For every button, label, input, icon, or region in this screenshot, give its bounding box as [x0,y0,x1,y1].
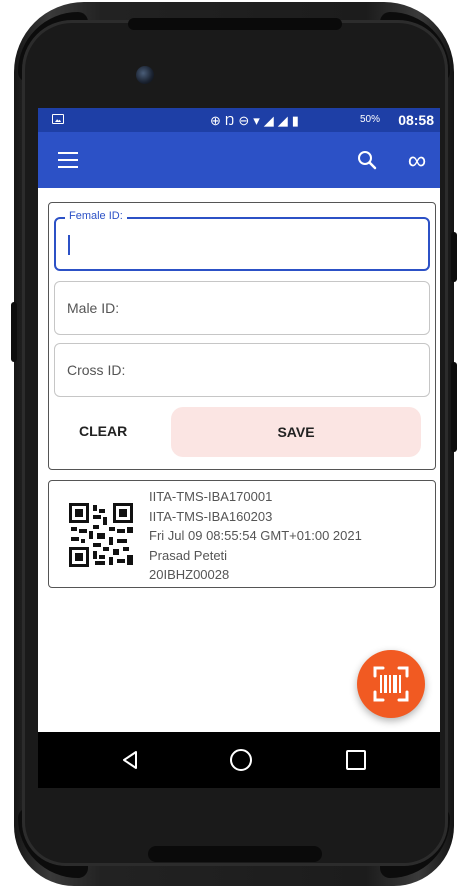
wifi-icon: ▾ [253,113,264,128]
record-timestamp: Fri Jul 09 08:55:54 GMT+01:00 2021 [149,528,362,543]
record-female-id: IITA-TMS-IBA170001 [149,489,273,504]
male-id-placeholder: Male ID: [67,300,120,316]
cross-record-card[interactable]: IITA-TMS-IBA170001 IITA-TMS-IBA160203 Fr… [48,480,436,588]
status-time: 08:58 [398,112,434,128]
save-button[interactable]: SAVE [171,407,421,457]
phone-side-button [451,232,457,282]
cross-id-placeholder: Cross ID: [67,362,126,378]
record-user: Prasad Peteti [149,547,228,563]
front-camera [136,66,154,84]
infinity-icon[interactable]: ∞ [402,147,432,173]
search-icon[interactable] [356,149,378,171]
do-not-disturb-icon: ⊖ [238,113,254,128]
qr-code-icon [69,503,133,567]
cross-form-card: Female ID: Male ID: Cross ID: CLEAR SAVE [48,202,436,470]
male-id-field[interactable]: Male ID: [54,281,430,335]
phone-side-button [451,362,457,452]
signal-r-icon: ◢ [277,113,292,128]
status-icons: ⊕Ŋ⊖▾◢◢▮ [210,113,303,129]
barcode-scan-icon [373,666,409,702]
nfc-icon: Ŋ [224,113,239,128]
female-id-field[interactable]: Female ID: [54,210,430,271]
text-cursor [68,235,70,255]
record-male-id: IITA-TMS-IBA160203 [149,508,273,524]
scan-barcode-button[interactable] [357,650,425,718]
earpiece-speaker [128,18,342,30]
back-icon[interactable] [120,750,140,770]
app-screen: ⊕Ŋ⊖▾◢◢▮ 50% 08:58 ∞ Female ID: Male ID: … [38,108,440,788]
app-bar: ∞ [38,132,440,188]
battery-icon: ▮ [291,113,303,128]
female-id-label: Female ID: [65,210,127,222]
cross-id-field[interactable]: Cross ID: [54,343,430,397]
clear-button[interactable]: CLEAR [79,423,127,439]
recents-icon[interactable] [346,750,366,770]
gps-icon: ⊕ [210,113,225,128]
image-icon [52,114,64,124]
signal-icon: ◢ [263,113,278,128]
phone-side-button [11,302,17,362]
system-nav-bar [38,732,440,788]
record-cross-id: 20IBHZ00028 [149,567,230,582]
bottom-speaker [148,846,322,862]
home-icon[interactable] [230,749,252,771]
status-bar: ⊕Ŋ⊖▾◢◢▮ 50% 08:58 [38,108,440,132]
battery-percentage: 50% [360,114,381,125]
record-details: IITA-TMS-IBA170001 IITA-TMS-IBA160203 Fr… [149,487,362,585]
menu-icon[interactable] [58,152,78,168]
